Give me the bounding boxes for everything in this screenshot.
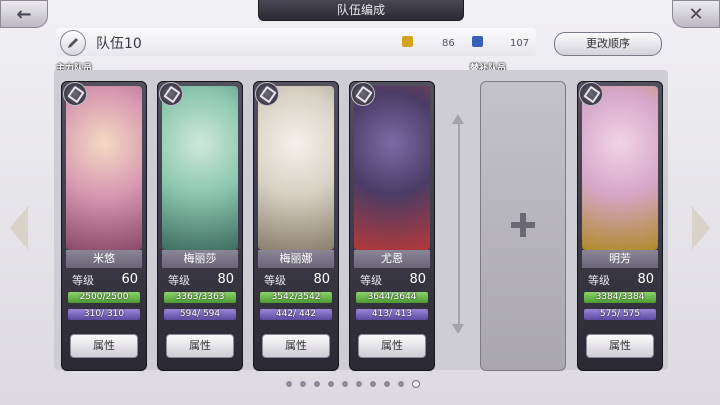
edit-team-name-button[interactable]	[60, 30, 86, 56]
page-dot[interactable]	[370, 381, 376, 387]
member-card[interactable]: 尤恩 等级 80 3644/3644 413/ 413 属性	[349, 81, 435, 371]
page-dot[interactable]	[328, 381, 334, 387]
prev-team-arrow-icon[interactable]	[10, 206, 28, 250]
close-icon: ✕	[688, 3, 704, 25]
plus-icon	[511, 213, 535, 237]
attributes-button[interactable]: 属性	[70, 334, 138, 358]
level-value: 80	[217, 272, 234, 287]
mp-bar: 310/ 310	[68, 309, 140, 320]
page-dot[interactable]	[300, 381, 306, 387]
divider-up-arrow-icon	[452, 114, 464, 124]
mp-bar: 413/ 413	[356, 309, 428, 320]
pencil-icon	[68, 38, 78, 48]
close-button[interactable]: ✕	[672, 0, 720, 28]
level-value: 60	[121, 272, 138, 287]
mp-value: 575/ 575	[599, 309, 641, 319]
mp-value: 310/ 310	[83, 309, 125, 319]
reserve-member-card[interactable]: 明芳 等级 80 3384/3384 575/ 575 属性	[577, 81, 663, 371]
page-title: 队伍编成	[258, 0, 464, 21]
hp-value: 2500/2500	[79, 292, 129, 302]
member-card[interactable]: 梅丽莎 等级 80 3363/3363 594/ 594 属性	[157, 81, 243, 371]
mp-value: 594/ 594	[179, 309, 221, 319]
page-dot[interactable]	[384, 381, 390, 387]
character-portrait	[258, 86, 334, 250]
level-label: 等级	[588, 274, 610, 287]
attributes-button[interactable]: 属性	[358, 334, 426, 358]
level-value: 80	[409, 272, 426, 287]
back-button[interactable]: ←	[0, 0, 48, 28]
page-indicator	[286, 380, 420, 388]
star-resource-icon	[472, 36, 483, 47]
character-name: 梅丽娜	[258, 250, 334, 268]
mp-value: 442/ 442	[275, 309, 317, 319]
level-value: 80	[637, 272, 654, 287]
level-label: 等级	[264, 274, 286, 287]
mp-bar: 575/ 575	[584, 309, 656, 320]
mp-bar: 594/ 594	[164, 309, 236, 320]
add-member-slot[interactable]	[480, 81, 566, 371]
page-dot[interactable]	[398, 381, 404, 387]
character-name: 梅丽莎	[162, 250, 238, 268]
star-resource-value: 107	[510, 38, 530, 49]
member-card[interactable]: 米悠 等级 60 2500/2500 310/ 310 属性	[61, 81, 147, 371]
attributes-button[interactable]: 属性	[166, 334, 234, 358]
member-card[interactable]: 梅丽娜 等级 80 3542/3542 442/ 442 属性	[253, 81, 339, 371]
divider-down-arrow-icon	[452, 324, 464, 334]
hp-value: 3542/3542	[271, 292, 321, 302]
page-dot[interactable]	[356, 381, 362, 387]
page-dot[interactable]	[286, 381, 292, 387]
team-name: 队伍10	[96, 36, 142, 52]
attributes-button[interactable]: 属性	[262, 334, 330, 358]
book-role-icon	[255, 82, 279, 106]
level-label: 等级	[168, 274, 190, 287]
back-arrow-icon: ←	[16, 3, 32, 25]
sword-role-icon	[159, 82, 183, 106]
sword-role-icon	[63, 82, 87, 106]
sky-resource-icon	[402, 36, 413, 47]
attributes-button[interactable]: 属性	[586, 334, 654, 358]
hp-bar: 3542/3542	[260, 292, 332, 303]
next-team-arrow-icon[interactable]	[692, 206, 710, 250]
hp-bar: 3384/3384	[584, 292, 656, 303]
hp-bar: 3644/3644	[356, 292, 428, 303]
page-dot[interactable]	[412, 380, 420, 388]
hp-value: 3363/3363	[175, 292, 225, 302]
change-order-button[interactable]: 更改顺序	[554, 32, 662, 56]
page-dot[interactable]	[342, 381, 348, 387]
character-portrait	[582, 86, 658, 250]
character-name: 尤恩	[354, 250, 430, 268]
hp-value: 3384/3384	[595, 292, 645, 302]
character-portrait	[66, 86, 142, 250]
level-label: 等级	[360, 274, 382, 287]
sword-role-icon	[579, 82, 603, 106]
character-portrait	[354, 86, 430, 250]
level-value: 80	[313, 272, 330, 287]
character-name: 明芳	[582, 250, 658, 268]
page-dot[interactable]	[314, 381, 320, 387]
hp-value: 3644/3644	[367, 292, 417, 302]
hp-bar: 2500/2500	[68, 292, 140, 303]
sword-role-icon	[351, 82, 375, 106]
sky-resource-value: 86	[442, 38, 455, 49]
character-name: 米悠	[66, 250, 142, 268]
divider	[458, 122, 460, 332]
mp-bar: 442/ 442	[260, 309, 332, 320]
hp-bar: 3363/3363	[164, 292, 236, 303]
level-label: 等级	[72, 274, 94, 287]
character-portrait	[162, 86, 238, 250]
mp-value: 413/ 413	[371, 309, 413, 319]
